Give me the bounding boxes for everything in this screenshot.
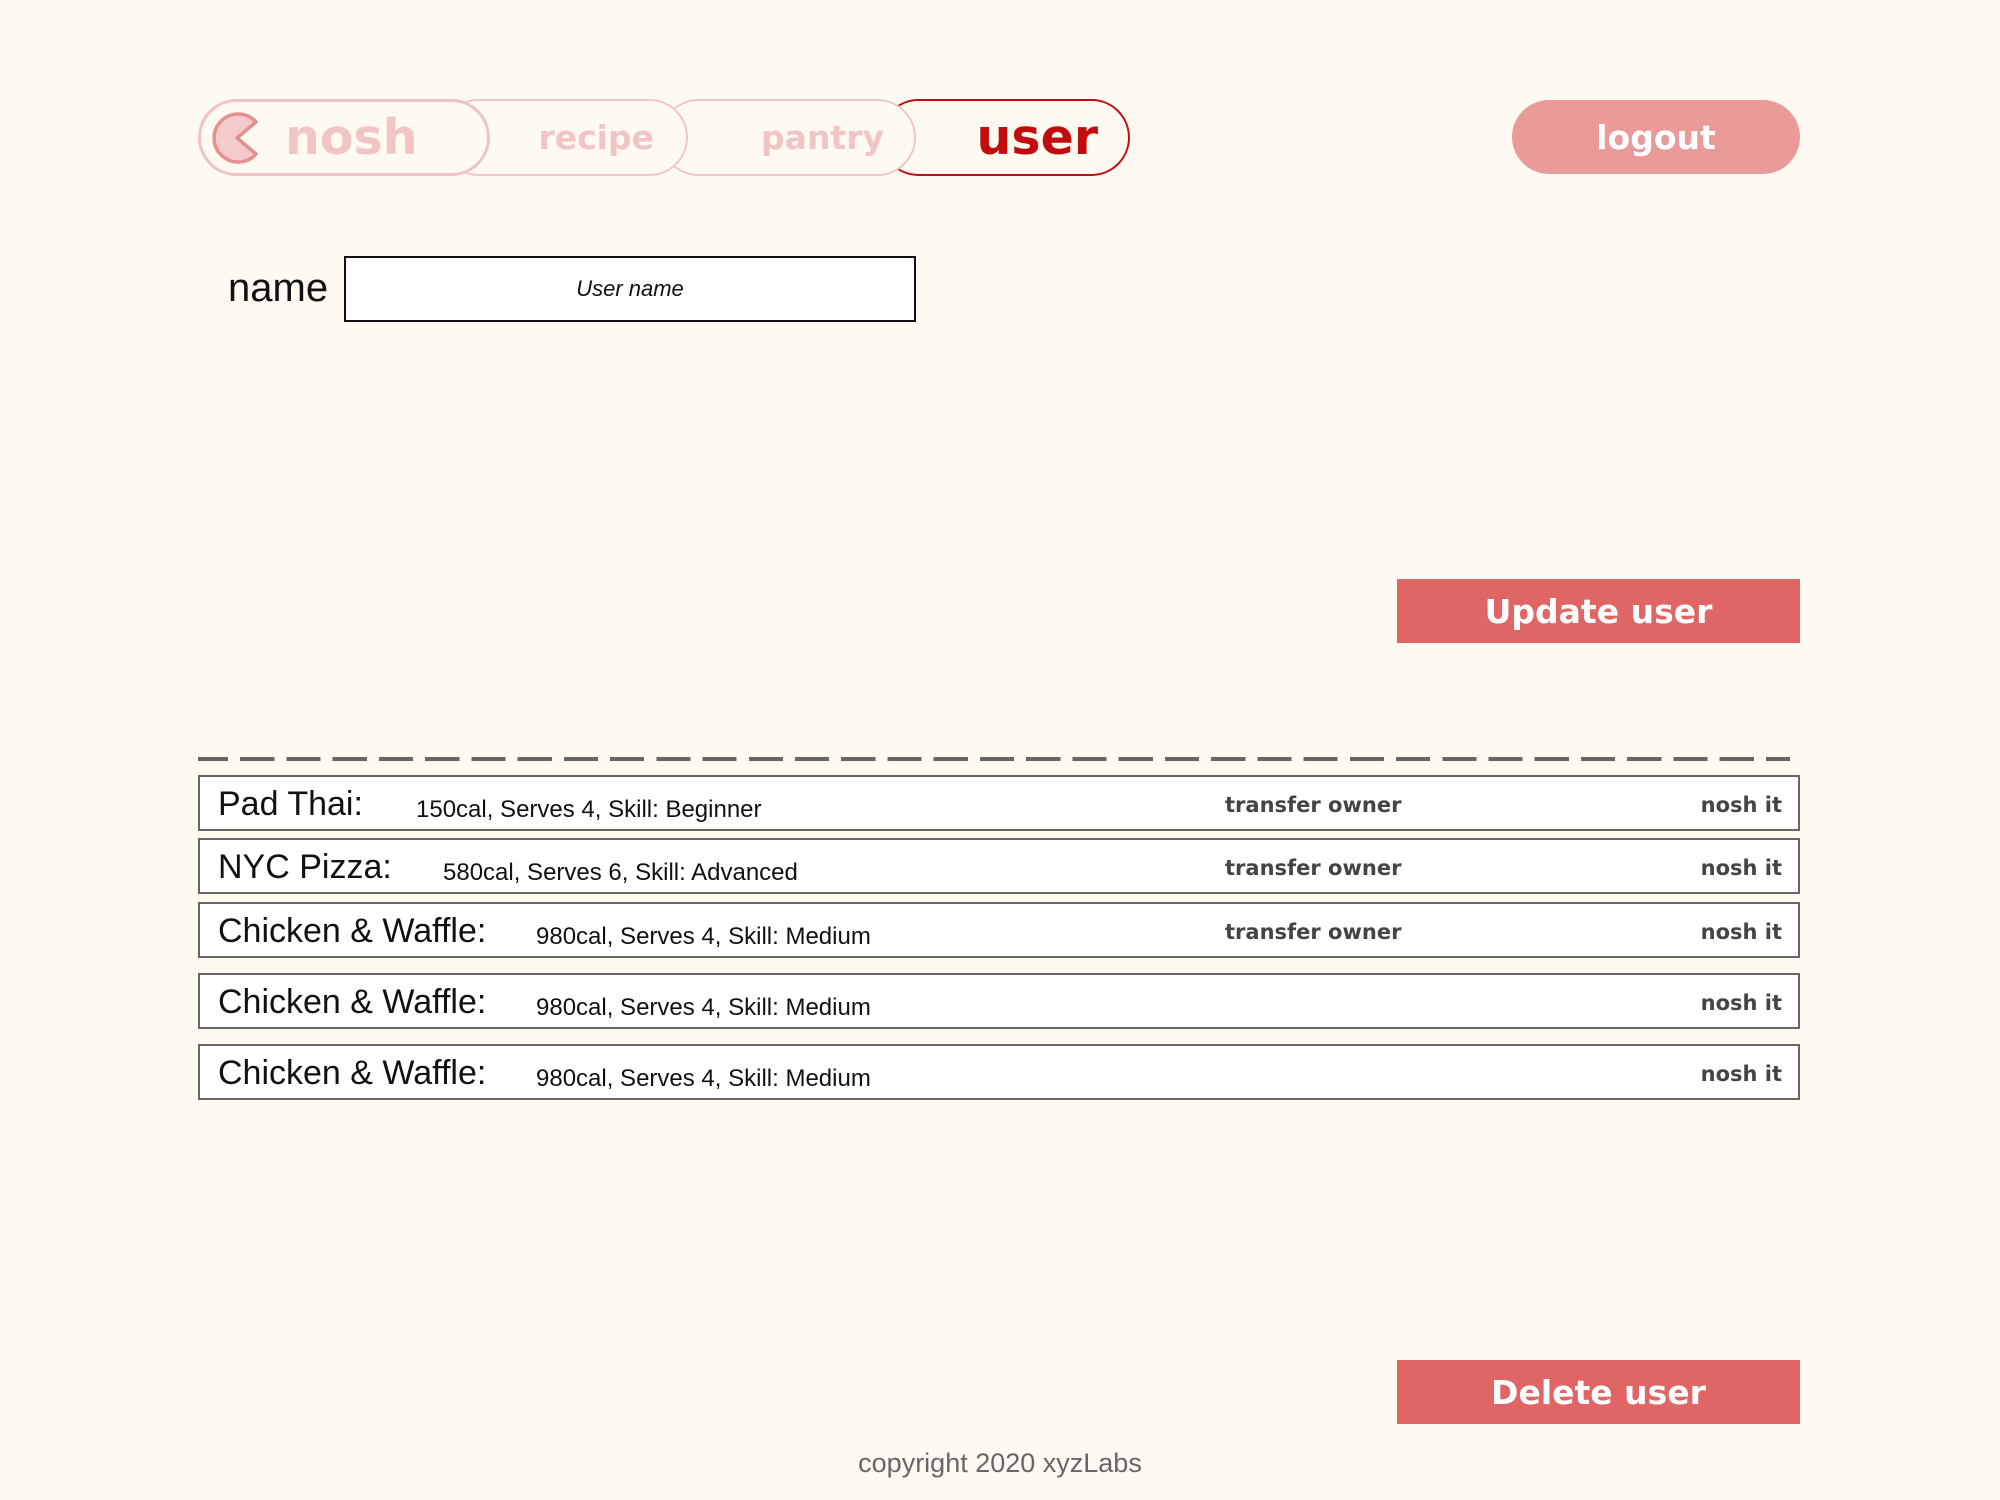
delete-user-label: Delete user [1491, 1372, 1706, 1412]
nosh-it-link[interactable]: nosh it [1701, 991, 1782, 1015]
recipe-title: NYC Pizza: [218, 848, 392, 886]
recipe-row: Chicken & Waffle: 980cal, Serves 4, Skil… [198, 1044, 1800, 1100]
recipe-row: NYC Pizza: 580cal, Serves 6, Skill: Adva… [198, 838, 1800, 894]
recipe-row: Pad Thai: 150cal, Serves 4, Skill: Begin… [198, 775, 1800, 831]
recipe-title: Chicken & Waffle: [218, 1054, 487, 1092]
delete-user-button[interactable]: Delete user [1397, 1360, 1800, 1424]
update-user-label: Update user [1484, 591, 1713, 631]
recipe-title: Pad Thai: [218, 785, 363, 823]
recipe-title: Chicken & Waffle: [218, 983, 487, 1021]
nav-tab-pantry[interactable]: pantry [660, 99, 916, 176]
nosh-it-link[interactable]: nosh it [1701, 793, 1782, 817]
nosh-it-link[interactable]: nosh it [1701, 1062, 1782, 1086]
dashed-divider [198, 757, 1790, 761]
recipe-row: Chicken & Waffle: 980cal, Serves 4, Skil… [198, 902, 1800, 958]
nav-tab-recipe-label: recipe [538, 118, 654, 157]
update-user-button[interactable]: Update user [1397, 579, 1800, 643]
nav-tab-pantry-label: pantry [761, 118, 884, 157]
logout-button[interactable]: logout [1512, 100, 1800, 174]
recipe-meta: 150cal, Serves 4, Skill: Beginner [416, 796, 762, 823]
footer-copyright: copyright 2020 xyzLabs [858, 1448, 1142, 1478]
logout-label: logout [1596, 117, 1716, 157]
name-label: name [228, 266, 329, 310]
recipe-row: Chicken & Waffle: 980cal, Serves 4, Skil… [198, 973, 1800, 1029]
user-name-input[interactable] [344, 256, 916, 322]
recipe-meta: 580cal, Serves 6, Skill: Advanced [443, 859, 798, 886]
nav-tab-user-label: user [976, 109, 1098, 166]
recipe-meta: 980cal, Serves 4, Skill: Medium [536, 994, 871, 1021]
nosh-it-link[interactable]: nosh it [1701, 920, 1782, 944]
nav-home-label: nosh [285, 109, 418, 166]
pacman-logo-icon [212, 112, 258, 164]
recipe-meta: 980cal, Serves 4, Skill: Medium [536, 923, 871, 950]
nav-home-logo[interactable]: nosh [198, 99, 490, 176]
recipe-meta: 980cal, Serves 4, Skill: Medium [536, 1065, 871, 1092]
transfer-owner-link[interactable]: transfer owner [1225, 920, 1401, 944]
transfer-owner-link[interactable]: transfer owner [1225, 793, 1401, 817]
transfer-owner-link[interactable]: transfer owner [1225, 856, 1401, 880]
nav-tab-user[interactable]: user [880, 99, 1130, 176]
nosh-it-link[interactable]: nosh it [1701, 856, 1782, 880]
recipe-title: Chicken & Waffle: [218, 912, 487, 950]
